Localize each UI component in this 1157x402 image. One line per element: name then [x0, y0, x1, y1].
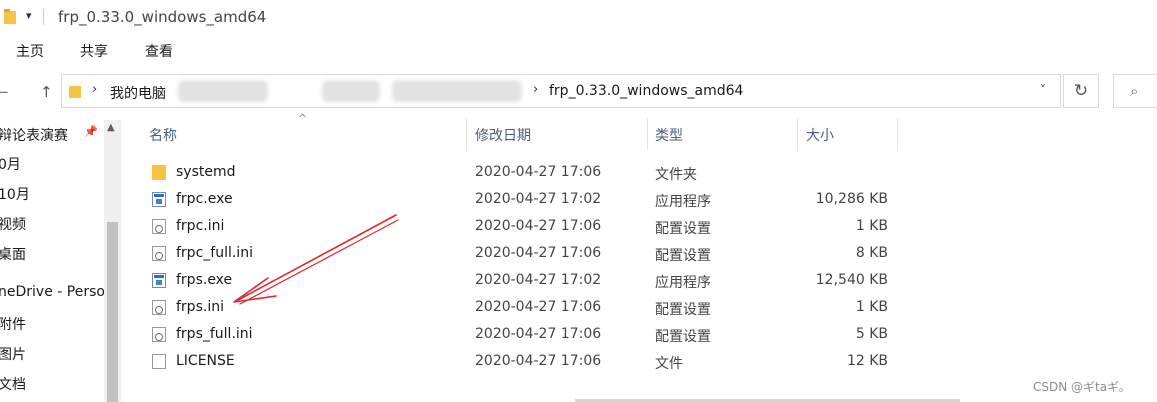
- file-date: 2020-04-27 17:06: [475, 326, 602, 342]
- nav-item[interactable]: 桌面: [0, 244, 26, 264]
- redacted-path-segment: [322, 80, 380, 102]
- ini-icon: [152, 219, 166, 234]
- tab-share[interactable]: 共享: [80, 41, 108, 61]
- file-row[interactable]: LICENSE 2020-04-27 17:06 文件 12 KB: [146, 348, 906, 375]
- file-size: 1 KB: [855, 299, 888, 315]
- file-type: 文件夹: [655, 167, 697, 183]
- column-header-date[interactable]: 修改日期: [475, 125, 531, 145]
- file-row[interactable]: frps.ini 2020-04-27 17:06 配置设置 1 KB: [146, 294, 906, 321]
- breadcrumb-separator-icon[interactable]: ›: [533, 82, 538, 97]
- search-box[interactable]: ⌕: [1113, 74, 1157, 108]
- file-row[interactable]: systemd 2020-04-27 17:06 文件夹: [146, 159, 906, 186]
- file-size: 1 KB: [855, 218, 888, 234]
- breadcrumb-my-computer[interactable]: 我的电脑: [110, 83, 166, 103]
- sort-ascending-icon: ^: [298, 112, 308, 125]
- file-name: systemd: [176, 164, 236, 180]
- file-size: 12,540 KB: [815, 272, 888, 288]
- file-name: frpc_full.ini: [176, 245, 253, 261]
- file-type: 配置设置: [655, 221, 711, 237]
- column-divider[interactable]: [466, 118, 467, 150]
- file-type: 配置设置: [655, 329, 711, 345]
- address-history-dropdown-icon[interactable]: ˅: [1040, 83, 1046, 97]
- column-header-type[interactable]: 类型: [655, 125, 683, 145]
- exe-icon: [152, 273, 166, 288]
- refresh-button[interactable]: ↻: [1063, 74, 1099, 108]
- column-divider[interactable]: [647, 118, 648, 150]
- back-button[interactable]: ←: [0, 83, 9, 101]
- file-date: 2020-04-27 17:06: [475, 164, 602, 180]
- column-header-size[interactable]: 大小: [806, 125, 834, 145]
- up-button[interactable]: ↑: [40, 83, 53, 101]
- breadcrumb-current-folder[interactable]: frp_0.33.0_windows_amd64: [549, 83, 743, 99]
- nav-item-onedrive[interactable]: neDrive - Perso: [0, 284, 105, 300]
- file-date: 2020-04-27 17:06: [475, 245, 602, 261]
- file-type: 配置设置: [655, 302, 711, 318]
- file-size: 8 KB: [855, 245, 888, 261]
- pin-icon[interactable]: 📌: [84, 125, 98, 138]
- tab-view[interactable]: 查看: [145, 41, 173, 61]
- folder-icon: [4, 9, 16, 24]
- file-row[interactable]: frps_full.ini 2020-04-27 17:06 配置设置 5 KB: [146, 321, 906, 348]
- file-name: frps_full.ini: [176, 326, 253, 342]
- redacted-path-segment: [178, 80, 268, 102]
- watermark: CSDN @ギtaギ。: [1033, 380, 1131, 394]
- file-date: 2020-04-27 17:02: [475, 191, 602, 207]
- file-date: 2020-04-27 17:06: [475, 299, 602, 315]
- ini-icon: [152, 300, 166, 315]
- file-size: 12 KB: [846, 353, 888, 369]
- title-separator: [43, 9, 44, 25]
- nav-item[interactable]: 0月: [0, 154, 21, 174]
- file-row[interactable]: frpc_full.ini 2020-04-27 17:06 配置设置 8 KB: [146, 240, 906, 267]
- scroll-up-icon[interactable]: ▲: [107, 122, 115, 133]
- file-name: frpc.ini: [176, 218, 225, 234]
- file-row[interactable]: frps.exe 2020-04-27 17:02 应用程序 12,540 KB: [146, 267, 906, 294]
- nav-item[interactable]: 文档: [0, 374, 26, 394]
- nav-item[interactable]: 10月: [0, 184, 30, 204]
- file-row[interactable]: frpc.ini 2020-04-27 17:06 配置设置 1 KB: [146, 213, 906, 240]
- navigation-scrollbar[interactable]: ▲: [104, 120, 121, 402]
- file-name: frpc.exe: [176, 191, 233, 207]
- file-name: frps.exe: [176, 272, 233, 288]
- ini-icon: [152, 327, 166, 342]
- column-divider[interactable]: [897, 118, 898, 150]
- column-header-name[interactable]: 名称: [149, 125, 177, 145]
- file-date: 2020-04-27 17:06: [475, 353, 602, 369]
- exe-icon: [152, 192, 166, 207]
- nav-item[interactable]: 视频: [0, 214, 26, 234]
- file-size: 10,286 KB: [815, 191, 888, 207]
- quick-access-dropdown-icon[interactable]: ▾: [26, 9, 32, 22]
- folder-icon: [152, 165, 166, 180]
- breadcrumb-separator-icon[interactable]: ›: [92, 82, 97, 97]
- nav-item[interactable]: 图片: [0, 344, 26, 364]
- folder-icon: [69, 86, 81, 98]
- file-row[interactable]: frpc.exe 2020-04-27 17:02 应用程序 10,286 KB: [146, 186, 906, 213]
- title-bar: ▾ frp_0.33.0_windows_amd64: [0, 0, 1157, 34]
- ini-icon: [152, 246, 166, 261]
- search-icon: ⌕: [1130, 82, 1139, 100]
- file-size: 5 KB: [855, 326, 888, 342]
- nav-item[interactable]: 附件: [0, 314, 26, 334]
- scrollbar-thumb[interactable]: [107, 222, 118, 402]
- redacted-path-segment: [392, 80, 522, 102]
- file-date: 2020-04-27 17:06: [475, 218, 602, 234]
- file-type: 应用程序: [655, 275, 711, 291]
- file-date: 2020-04-27 17:02: [475, 272, 602, 288]
- file-type: 应用程序: [655, 194, 711, 210]
- file-type: 配置设置: [655, 248, 711, 264]
- tab-home[interactable]: 主页: [16, 41, 44, 61]
- nav-item[interactable]: 辩论表演赛: [0, 125, 68, 145]
- window-title: frp_0.33.0_windows_amd64: [58, 8, 267, 26]
- file-name: frps.ini: [176, 299, 224, 315]
- column-divider[interactable]: [797, 118, 798, 150]
- file-type: 文件: [655, 356, 683, 372]
- file-name: LICENSE: [176, 353, 235, 369]
- document-icon: [152, 354, 166, 369]
